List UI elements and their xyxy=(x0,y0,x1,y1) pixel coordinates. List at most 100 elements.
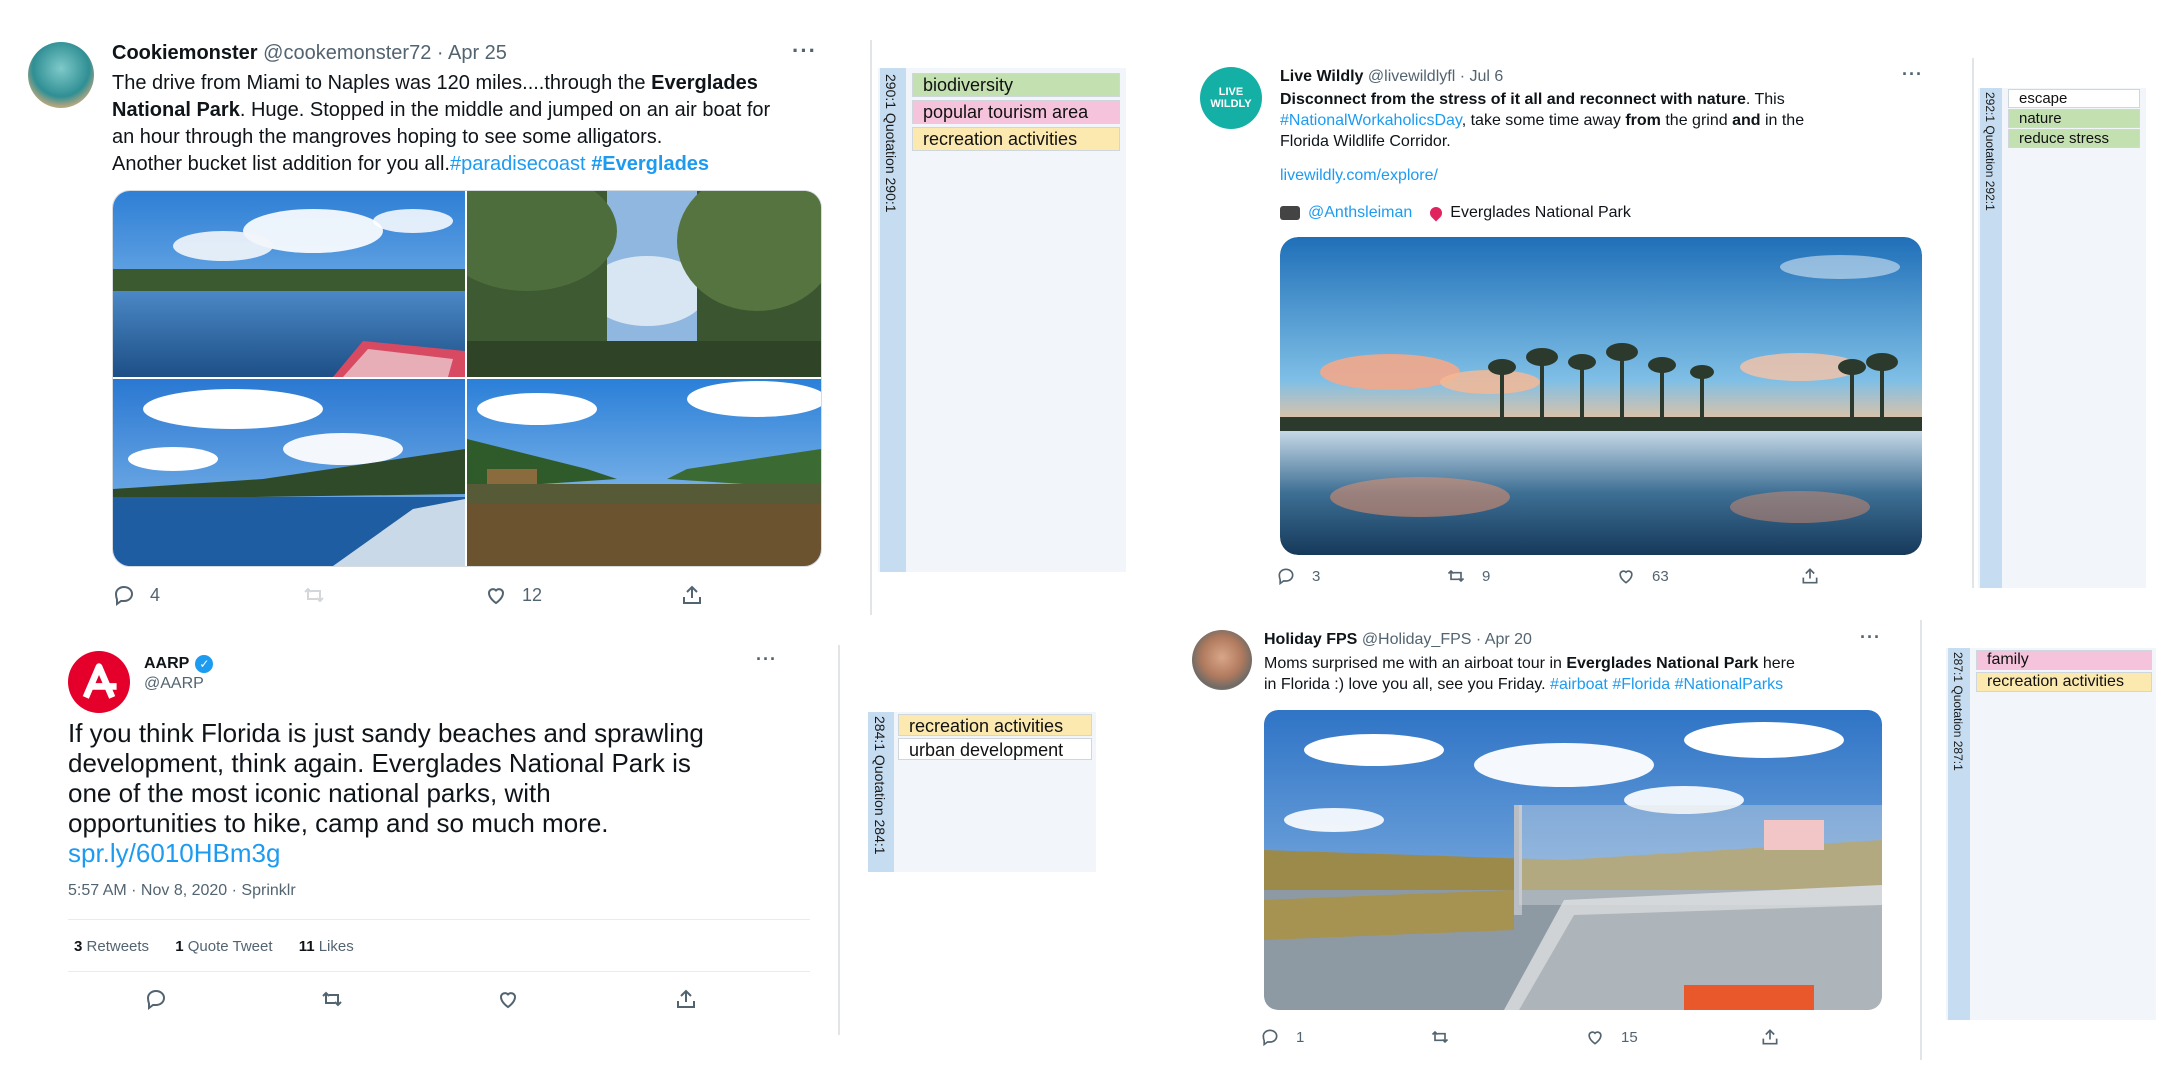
more-options-icon[interactable]: ··· xyxy=(792,38,817,64)
photo-credit: @Anthsleiman Everglades National Park xyxy=(1280,204,1631,222)
retweet-icon xyxy=(1447,569,1465,583)
photo-brown-river[interactable] xyxy=(467,379,821,566)
hashtag-link[interactable]: #Everglades xyxy=(591,153,709,175)
media-grid[interactable] xyxy=(112,190,822,567)
code-tag-reduce-stress[interactable]: reduce stress xyxy=(2008,129,2140,148)
reply-icon xyxy=(1262,1029,1278,1047)
photo-open-water[interactable] xyxy=(113,379,465,566)
code-tag-nature[interactable]: nature xyxy=(2008,109,2140,128)
divider xyxy=(838,645,840,1035)
code-tag-biodiversity[interactable]: biodiversity xyxy=(912,73,1120,97)
heart-icon xyxy=(1619,570,1633,584)
credit-handle-link[interactable]: @Anthsleiman xyxy=(1308,204,1412,222)
avatar[interactable]: LIVE WILDLY xyxy=(1200,67,1262,129)
quotation-label: 284:1 Quotation 284:1 xyxy=(872,716,888,855)
text-segment: and xyxy=(1732,112,1761,129)
author-name[interactable]: Holiday FPS xyxy=(1264,631,1357,648)
retweets-label: Retweets xyxy=(86,938,150,955)
heart-icon xyxy=(1588,1031,1602,1045)
hashtag-link[interactable]: #NationalWorkaholicsDay xyxy=(1280,112,1462,129)
retweet-action[interactable]: 9 xyxy=(1446,566,1490,586)
reply-count: 1 xyxy=(1296,1028,1305,1046)
quote-label: Quote Tweet xyxy=(187,938,273,955)
share-action[interactable] xyxy=(680,583,704,607)
reply-action[interactable]: 3 xyxy=(1276,566,1320,586)
text-segment: . This xyxy=(1745,91,1785,108)
quote-stat[interactable]: 1 Quote Tweet xyxy=(175,938,272,955)
reply-action[interactable]: 4 xyxy=(112,583,160,607)
tweet-livewildly: LIVE WILDLY Live Wildly @livewildlyfl · … xyxy=(1180,40,1950,600)
more-options-icon[interactable]: ··· xyxy=(1902,64,1923,85)
avatar[interactable] xyxy=(28,42,94,108)
share-icon xyxy=(677,989,695,1008)
author-name[interactable]: Cookiemonster xyxy=(112,42,258,64)
tweet-text: The drive from Miami to Naples was 120 m… xyxy=(112,70,832,178)
retweet-icon xyxy=(322,991,342,1007)
tweet-header: Cookiemonster @cookemonster72 · Apr 25 xyxy=(112,42,507,65)
photo-canal-boat[interactable] xyxy=(113,191,465,377)
credit-place: Everglades National Park xyxy=(1450,204,1631,221)
text-segment: in the xyxy=(1760,112,1805,129)
avatar[interactable] xyxy=(1192,630,1252,690)
divider xyxy=(1920,620,1922,1060)
text-segment: If you think Florida is just sandy beach… xyxy=(68,718,704,748)
author-handle[interactable]: @AARP xyxy=(144,675,213,693)
code-tag-tourism[interactable]: popular tourism area xyxy=(912,100,1120,124)
more-options-icon[interactable]: ··· xyxy=(1860,627,1881,648)
retweet-action[interactable] xyxy=(320,987,344,1011)
retweet-action[interactable] xyxy=(302,583,326,607)
photo-mangroves[interactable] xyxy=(467,191,821,377)
text-segment: Florida Wildlife Corridor. xyxy=(1280,133,1451,150)
likes-count: 11 xyxy=(298,938,315,955)
retweets-stat[interactable]: 3 Retweets xyxy=(74,938,149,955)
author-handle[interactable]: @Holiday_FPS · Apr 20 xyxy=(1362,631,1532,648)
photo-sunset-swamp[interactable] xyxy=(1280,237,1922,555)
tweet-aarp: AARP ✓ @AARP ··· If you think Florida is… xyxy=(44,645,844,1035)
author-handle[interactable]: @cookemonster72 · Apr 25 xyxy=(263,42,507,64)
code-tag-recreation[interactable]: recreation activities xyxy=(912,127,1120,151)
author-name[interactable]: Live Wildly xyxy=(1280,68,1363,85)
tweet-holidayfps: Holiday FPS @Holiday_FPS · Apr 20 ··· Mo… xyxy=(1180,620,1950,1050)
url-link[interactable]: livewildly.com/explore/ xyxy=(1280,167,1438,185)
like-action[interactable]: 12 xyxy=(484,583,542,607)
text-segment: from xyxy=(1625,112,1661,129)
share-action[interactable] xyxy=(1760,1027,1780,1047)
reply-action[interactable]: 1 xyxy=(1260,1027,1304,1047)
photo-airboat[interactable] xyxy=(1264,710,1882,1010)
like-action[interactable] xyxy=(496,987,520,1011)
hashtag-link[interactable]: #paradisecoast xyxy=(450,153,586,175)
share-action[interactable] xyxy=(1800,566,1820,586)
text-segment: the grind xyxy=(1660,112,1733,129)
text-segment: Everglades xyxy=(651,72,758,94)
code-tag-urban[interactable]: urban development xyxy=(898,738,1092,760)
retweet-action[interactable] xyxy=(1430,1027,1450,1047)
quote-count: 1 xyxy=(175,938,184,955)
text-segment: in Florida :) love you all, see you Frid… xyxy=(1264,676,1551,693)
more-options-icon[interactable]: ··· xyxy=(756,649,777,670)
text-segment: , take some time away xyxy=(1461,112,1626,129)
code-tag-recreation[interactable]: recreation activities xyxy=(898,714,1092,736)
avatar[interactable] xyxy=(68,651,130,713)
code-tag-escape[interactable]: escape xyxy=(2008,89,2140,108)
like-count: 63 xyxy=(1652,567,1669,585)
hashtag-link[interactable]: #airboat #Florida #NationalParks xyxy=(1550,676,1783,693)
likes-stat[interactable]: 11 Likes xyxy=(299,938,354,955)
retweets-count: 3 xyxy=(74,938,83,955)
text-segment: here xyxy=(1758,655,1795,672)
share-icon xyxy=(683,585,701,604)
text-segment: Disconnect from the stress of it all and… xyxy=(1280,91,1746,108)
url-link[interactable]: spr.ly/6010HBm3g xyxy=(68,838,828,868)
author-name[interactable]: AARP xyxy=(144,655,189,673)
like-action[interactable]: 15 xyxy=(1585,1027,1638,1047)
code-tag-family[interactable]: family xyxy=(1976,650,2152,670)
like-action[interactable]: 63 xyxy=(1616,566,1669,586)
author-handle[interactable]: @livewildlyfl · Jul 6 xyxy=(1368,68,1503,85)
retweet-count: 9 xyxy=(1482,567,1491,585)
text-segment: . Huge. Stopped in the middle and jumped… xyxy=(239,99,771,121)
aarp-logo-icon xyxy=(82,663,117,699)
reply-action[interactable] xyxy=(144,987,168,1011)
code-tag-recreation[interactable]: recreation activities xyxy=(1976,672,2152,692)
share-action[interactable] xyxy=(674,987,698,1011)
text-segment: one of the most iconic national parks, w… xyxy=(68,778,551,808)
divider xyxy=(68,919,810,920)
